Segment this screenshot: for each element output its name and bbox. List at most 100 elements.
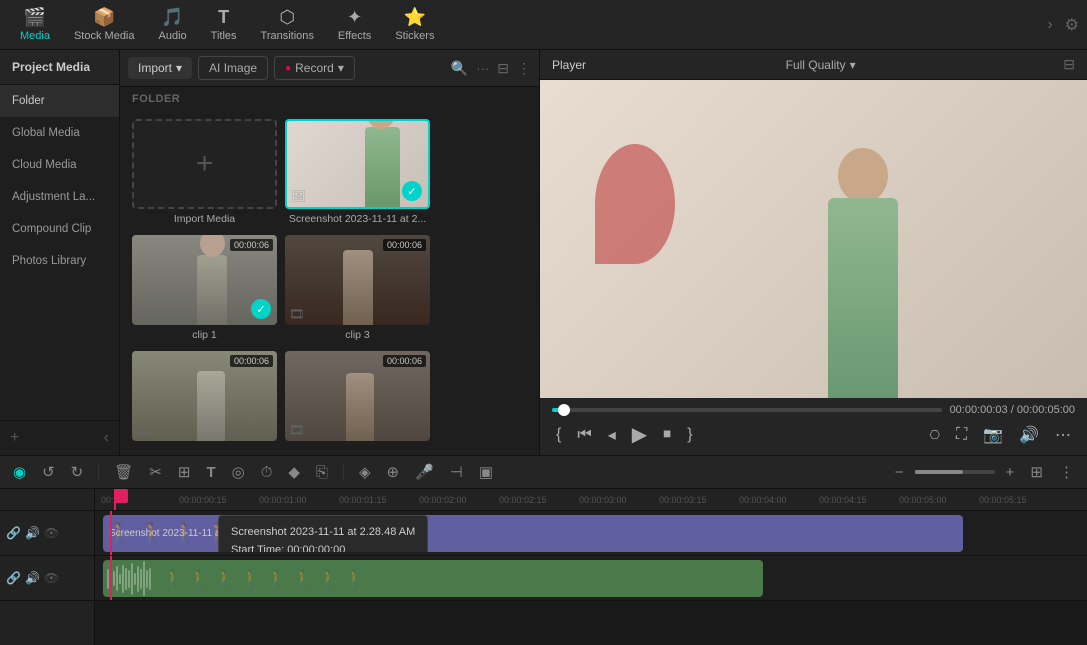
media-item-clip5[interactable]: 00:00:06 🎞 [285,351,430,447]
media-item-screenshot[interactable]: ✓ 🖼 Screenshot 2023-11-11 at 2... [285,119,430,227]
timeline-tracks: 00:00 00:00:00:15 00:00:01:00 00:00:01:1… [95,489,1087,645]
waveform-bar [140,569,142,589]
settings-icon[interactable]: ⚙ [1065,15,1079,35]
track-mute-icon[interactable]: 🔊 [25,526,40,540]
media-item-clip3[interactable]: 00:00:06 🎞 clip 3 [285,235,430,343]
timeline-more-icon: ⋮ [1059,464,1074,481]
delete-button[interactable]: 🗑 [109,460,138,484]
track-link-icon[interactable]: 🔗 [6,526,21,540]
fullscreen-button[interactable]: ⛶ [952,424,971,446]
back-frame-button[interactable]: ◂ [604,423,620,447]
screenshot-thumb[interactable]: ✓ 🖼 [285,119,430,209]
audio-visibility-icon[interactable]: 👁 [44,571,59,585]
keyframe-button[interactable]: ◆ [283,460,305,484]
ruler-tick-10: 00:00:05:00 [899,495,947,505]
highlight-button[interactable]: ◈ [354,460,376,484]
timeline-ruler: 00:00 00:00:00:15 00:00:01:00 00:00:01:1… [95,489,1087,511]
audio-link-icon[interactable]: 🔗 [6,571,21,585]
snapshot-button[interactable]: 📷 [979,423,1007,447]
sidebar-item-cloud[interactable]: Cloud Media [0,149,119,181]
nav-media[interactable]: 🎬 Media [8,3,62,46]
nav-stickers[interactable]: ⭐ Stickers [383,3,446,46]
toolbar-separator-2 [343,463,344,481]
ai-image-button[interactable]: AI Image [198,56,268,80]
record-chevron-icon: ▾ [338,61,344,75]
clip4-thumb[interactable]: 00:00:06 🎞 [132,351,277,441]
sidebar-item-adjustment[interactable]: Adjustment La... [0,181,119,213]
copy-button[interactable]: ⎘ [311,461,333,484]
quality-selector[interactable]: Full Quality ▾ [786,58,856,72]
media-item-clip1[interactable]: 00:00:06 🎞 ✓ clip 1 [132,235,277,343]
sidebar-collapse-icon[interactable]: ‹ [104,429,109,447]
prev-mark-button[interactable]: { [552,424,565,446]
audio-track-row: 🚶 🚶 🚶 🚶 🚶 🚶 🚶 🚶 [95,556,1087,601]
sidebar-item-compound[interactable]: Compound Clip [0,213,119,245]
search-icon[interactable]: 🔍 [451,60,468,77]
clip-select-button[interactable]: ⎔ [925,426,943,444]
caption-button[interactable]: ▣ [474,460,498,484]
volume-button[interactable]: 🔊 [1015,423,1043,447]
nav-effects[interactable]: ✦ Effects [326,3,383,46]
grid-options-icon[interactable]: ⋮ [517,60,531,77]
audio-icon: 🎵 [161,7,183,28]
crop-button[interactable]: ⊞ [173,460,196,484]
clip5-thumb[interactable]: 00:00:06 🎞 [285,351,430,441]
redo-button[interactable]: ↻ [66,460,89,484]
redo-icon: ↻ [71,464,84,481]
player-more-button[interactable]: ⋯ [1051,423,1075,447]
audio-clip-main[interactable]: 🚶 🚶 🚶 🚶 🚶 🚶 🚶 🚶 [103,560,763,597]
player-title: Player [552,58,586,72]
time-button[interactable]: ⏱ [256,461,278,484]
sidebar-add-icon[interactable]: + [10,429,19,447]
mic-button[interactable]: 🎤 [410,460,439,484]
nav-titles[interactable]: T Titles [199,3,249,46]
audio-mute-icon[interactable]: 🔊 [25,571,40,585]
sidebar-item-global[interactable]: Global Media [0,117,119,149]
zoom-out-button[interactable]: − [890,461,909,484]
snap-button[interactable]: ◉ [8,460,31,484]
audio-figure: 🚶 [163,569,183,589]
ruler-tick-11: 00:00:05:15 [979,495,1027,505]
player-header: Player Full Quality ▾ ⊟ [540,50,1087,80]
nav-more-chevron[interactable]: › [1039,12,1060,38]
zoom-fill [915,470,963,474]
lock-button[interactable]: ⊕ [382,460,405,484]
text-button[interactable]: T [201,461,220,484]
highlight-icon: ◈ [359,464,371,481]
color-button[interactable]: ◎ [227,460,250,484]
zoom-in-button[interactable]: + [1001,461,1020,484]
player-settings-icon[interactable]: ⊟ [1063,56,1075,73]
media-item-clip4[interactable]: 00:00:06 🎞 [132,351,277,447]
play-button[interactable]: ▶ [628,420,651,449]
zoom-slider[interactable] [915,470,995,474]
timeline-figure: 🚶 [140,521,165,546]
stop-button[interactable]: ⏹ [659,424,675,446]
ruler-tick-7: 00:00:03:15 [659,495,707,505]
clip1-thumb[interactable]: 00:00:06 🎞 ✓ [132,235,277,325]
import-thumb[interactable]: + [132,119,277,209]
fullscreen-icon: ⛶ [956,426,967,444]
video-clip-main[interactable]: 🚶 🚶 🚶 🚶 🚶 🚶 🚶 🚶 🚶 🚶 Screenshot 2023-11-1… [103,515,963,552]
scrubber-track[interactable] [552,408,942,412]
filter-icon[interactable]: ⊟ [497,60,509,77]
nav-transitions[interactable]: ⬡ Transitions [249,3,326,46]
rewind-button[interactable]: ⏮ [573,424,595,446]
nav-stock-media[interactable]: 📦 Stock Media [62,3,147,46]
detach-button[interactable]: ⊣ [445,460,468,484]
record-button[interactable]: ● Record ▾ [274,56,355,80]
track-visibility-icon[interactable]: 👁 [44,526,59,540]
sidebar-item-photos[interactable]: Photos Library [0,245,119,277]
next-mark-button[interactable]: } [683,424,696,446]
clip3-thumb[interactable]: 00:00:06 🎞 [285,235,430,325]
import-media-item[interactable]: + Import Media [132,119,277,227]
sidebar-item-folder[interactable]: Folder [0,85,119,117]
undo-button[interactable]: ↺ [37,460,60,484]
layout-button[interactable]: ⊞ [1025,460,1048,484]
ruler-tick-4: 00:00:02:00 [419,495,467,505]
cut-button[interactable]: ✂ [144,460,167,484]
import-button[interactable]: Import ▾ [128,57,192,79]
more-actions-label[interactable]: ··· [476,61,489,76]
nav-audio[interactable]: 🎵 Audio [147,3,199,46]
audio-track-header: 🔗 🔊 👁 [0,556,94,601]
timeline-more-button[interactable]: ⋮ [1054,460,1079,484]
